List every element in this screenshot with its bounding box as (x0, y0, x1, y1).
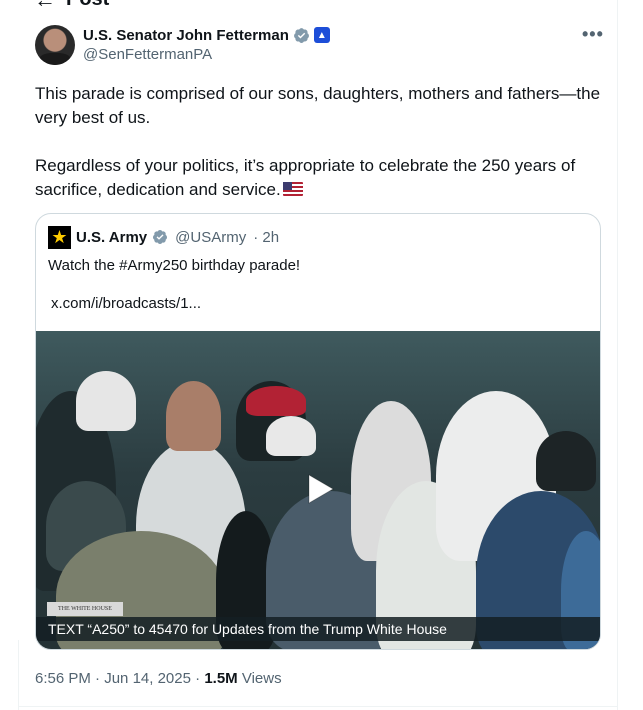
tweet-paragraph: Regardless of your politics, it’s approp… (35, 156, 576, 199)
white-house-logo: THE WHITE HOUSE (47, 602, 123, 616)
quoted-post[interactable]: ★ U.S. Army @USArmy · 2h Watch the #Army… (35, 213, 601, 650)
tweet-paragraph: This parade is comprised of our sons, da… (35, 84, 601, 127)
back-arrow-icon[interactable]: ← (34, 0, 56, 11)
more-options-icon[interactable]: ••• (582, 24, 604, 45)
page-title: Post (66, 0, 109, 10)
separator: · (190, 670, 205, 687)
post-metadata: 6:56 PM · Jun 14, 2025 · 1.5M Views (35, 670, 282, 687)
quoted-post-age: · 2h (253, 228, 280, 246)
us-flag-icon (282, 182, 303, 196)
views-label: Views (241, 670, 282, 687)
avatar[interactable] (35, 25, 75, 65)
author-row: U.S. Senator John Fetterman ▲ (83, 25, 330, 45)
video-player[interactable]: THE WHITE HOUSE TEXT “A250” to 45470 for… (36, 331, 600, 649)
quoted-text: Watch the #Army250 birthday parade! (48, 257, 301, 274)
separator: · (90, 670, 105, 687)
column-divider-left (18, 640, 19, 710)
author-handle[interactable]: @SenFettermanPA (83, 46, 212, 63)
tweet-text: This parade is comprised of our sons, da… (35, 82, 605, 226)
top-bar: ← Post (0, 0, 643, 14)
quoted-author-name: U.S. Army (76, 228, 148, 246)
verified-badge-icon (293, 27, 309, 43)
verified-badge-icon (153, 230, 168, 244)
quoted-link[interactable]: x.com/i/broadcasts/1... (51, 295, 201, 312)
author-name[interactable]: U.S. Senator John Fetterman (83, 27, 289, 44)
divider (18, 706, 618, 707)
column-divider (617, 0, 618, 710)
post-time[interactable]: 6:56 PM (35, 670, 91, 687)
views-count: 1.5M (204, 670, 238, 687)
quoted-author-handle: @USArmy (175, 228, 247, 246)
play-icon[interactable] (301, 471, 337, 507)
government-badge-icon: ▲ (313, 27, 330, 43)
army-star-logo-icon: ★ (48, 225, 71, 249)
post-date[interactable]: Jun 14, 2025 (104, 670, 191, 687)
quoted-author-row: ★ U.S. Army @USArmy · 2h (48, 225, 280, 249)
video-caption: TEXT “A250” to 45470 for Updates from th… (48, 621, 447, 637)
